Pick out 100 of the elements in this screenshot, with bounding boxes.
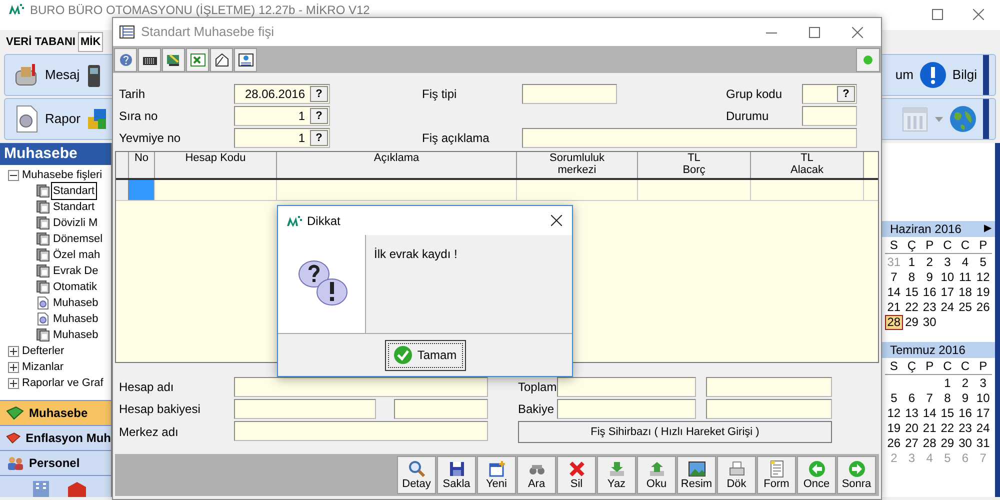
calendar-day[interactable]: 5	[974, 255, 992, 270]
tree-item[interactable]: Standart	[52, 198, 96, 216]
toolbar-button[interactable]	[210, 48, 233, 72]
tree-item[interactable]: Defterler	[21, 342, 66, 360]
tree-item[interactable]: Muhaseb	[52, 310, 100, 328]
calendar-day[interactable]: 27	[902, 436, 921, 451]
input-field[interactable]	[522, 84, 617, 104]
nav-button[interactable]: Enflasyon Muh	[0, 425, 111, 450]
calendar-day[interactable]: 17	[938, 285, 956, 300]
ok-button[interactable]: Tamam	[384, 340, 466, 370]
column-header[interactable]: TL Alacak	[751, 152, 864, 178]
calendar-day[interactable]: 9	[920, 270, 938, 285]
calendar-day[interactable]: 29	[938, 436, 956, 451]
column-header[interactable]: TL Borç	[638, 152, 751, 178]
calendar-day[interactable]: 10	[938, 270, 956, 285]
calendar-day[interactable]: 17	[974, 406, 992, 421]
calendar-day[interactable]: 7	[885, 270, 903, 285]
calendar-day[interactable]: 31	[974, 436, 992, 451]
calendar-day[interactable]: 14	[920, 406, 938, 421]
toolbar-button[interactable]	[234, 48, 257, 72]
calendar-day[interactable]: 12	[885, 406, 903, 421]
tree-item[interactable]: Mizanlar	[21, 358, 65, 376]
input-field[interactable]: 1 ?	[234, 128, 330, 148]
calendar-day[interactable]: 4	[956, 255, 974, 270]
globe-icon[interactable]	[949, 105, 977, 133]
lookup-button[interactable]: ?	[310, 86, 328, 102]
caret-icon[interactable]	[935, 116, 943, 122]
tree-item[interactable]: Dövizli M	[52, 214, 99, 232]
maximize-icon[interactable]	[809, 26, 820, 38]
input-field[interactable]	[557, 377, 696, 397]
input-field[interactable]	[802, 106, 857, 126]
message-button[interactable]: Mesaj	[5, 61, 80, 89]
calendar-day[interactable]: 21	[885, 300, 903, 315]
calendar-day[interactable]: 14	[885, 285, 903, 300]
tree-item[interactable]: Evrak De	[52, 262, 100, 280]
calendar-day[interactable]: 11	[956, 270, 974, 285]
input-field[interactable]	[394, 399, 488, 419]
input-field[interactable]	[234, 399, 376, 419]
calendar-day[interactable]: 19	[885, 421, 903, 436]
calendar-day[interactable]: 16	[920, 285, 938, 300]
maximize-icon[interactable]	[932, 9, 943, 20]
building-icon[interactable]	[30, 479, 52, 497]
calendar-day[interactable]: 26	[974, 300, 992, 315]
calendar-day[interactable]: 13	[902, 406, 921, 421]
tree-item[interactable]: Muhaseb	[52, 326, 100, 344]
calendar-day[interactable]: 3	[938, 255, 956, 270]
action-button[interactable]: Sil	[557, 456, 596, 494]
row-header-cell[interactable]	[116, 180, 129, 200]
action-button[interactable]: Ara	[517, 456, 556, 494]
tree-item[interactable]: Muhasebe fişleri	[21, 166, 104, 184]
calendar-day[interactable]: 6	[902, 391, 921, 406]
calendar-day[interactable]: 26	[885, 436, 903, 451]
calendar-day[interactable]: 19	[974, 285, 992, 300]
calendar-day[interactable]: 15	[938, 406, 956, 421]
input-field[interactable]	[706, 399, 832, 419]
calendar-day[interactable]: 29	[902, 315, 921, 330]
calendar-day[interactable]: 28	[885, 315, 903, 330]
toolbar-button[interactable]	[138, 48, 161, 72]
expander-icon[interactable]	[8, 362, 19, 372]
input-field[interactable]	[234, 421, 488, 441]
lookup-button[interactable]: ?	[837, 86, 855, 102]
calendar-day[interactable]: 12	[974, 270, 992, 285]
wizard-button[interactable]: Fiş Sihirbazı ( Hızlı Hareket Girişi )	[518, 421, 832, 443]
calendar-day[interactable]: 28	[920, 436, 938, 451]
calendar-day[interactable]: 1	[938, 376, 956, 391]
calendar-day[interactable]: 30	[920, 315, 938, 330]
nav-button[interactable]: Muhasebe	[0, 400, 111, 425]
expander-icon[interactable]	[8, 378, 19, 388]
calendar-day[interactable]: 23	[920, 300, 938, 315]
calendar-day[interactable]: 24	[974, 421, 992, 436]
action-button[interactable]: Oku	[637, 456, 676, 494]
input-field[interactable]: 1 ?	[234, 106, 330, 126]
column-header[interactable]: No	[129, 152, 155, 178]
action-button[interactable]: Dök	[717, 456, 756, 494]
column-header[interactable]: Hesap Kodu	[155, 152, 277, 178]
action-button[interactable]: Resim	[677, 456, 716, 494]
calendar-day[interactable]: 1	[902, 255, 921, 270]
info-button[interactable]: Bilgi	[919, 61, 977, 89]
status-button[interactable]	[856, 48, 880, 72]
calendar-day[interactable]: 5	[885, 391, 903, 406]
tree-item[interactable]: Dönemsel	[52, 230, 104, 248]
calendar-day[interactable]: 30	[956, 436, 974, 451]
action-button[interactable]: Form	[757, 456, 796, 494]
tree-item[interactable]: Otomatik	[52, 278, 98, 296]
close-icon[interactable]	[551, 215, 562, 226]
calendar-day[interactable]: 8	[938, 391, 956, 406]
toolbar-button[interactable]	[162, 48, 185, 72]
tree-item[interactable]: Muhaseb	[52, 294, 100, 312]
report-button[interactable]: Rapor	[5, 104, 80, 134]
calendar-day[interactable]: 2	[956, 376, 974, 391]
action-button[interactable]: Sakla	[437, 456, 476, 494]
column-header[interactable]: Sorumluluk merkezi	[517, 152, 638, 178]
input-field[interactable]	[234, 377, 488, 397]
calendar-day[interactable]: 10	[974, 391, 992, 406]
tree-item[interactable]: Özel mah	[52, 246, 102, 264]
calendar-day[interactable]: 15	[902, 285, 921, 300]
calendar-day[interactable]: 24	[938, 300, 956, 315]
calendar-day[interactable]: 9	[956, 391, 974, 406]
nav-button[interactable]: Personel	[0, 450, 111, 475]
input-field[interactable]	[557, 399, 696, 419]
